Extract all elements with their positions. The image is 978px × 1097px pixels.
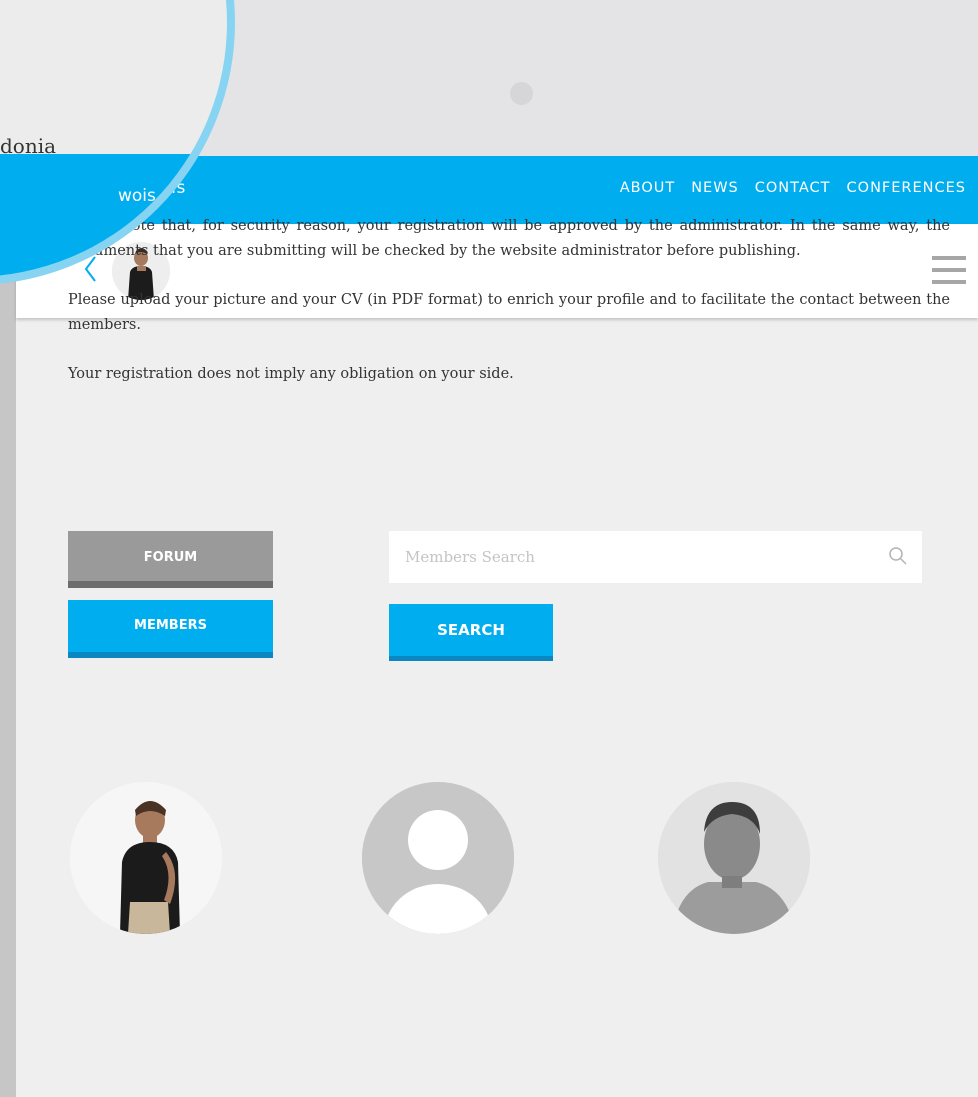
lens-site-name: wois xyxy=(118,186,156,206)
nav-link-news[interactable]: NEWS xyxy=(691,180,739,196)
members-search-box xyxy=(389,531,922,583)
lens-magnified-text: donia xyxy=(0,134,57,158)
nav-link-contact[interactable]: CONTACT xyxy=(755,180,831,196)
members-button[interactable]: MEMBERS xyxy=(68,600,273,658)
notice-paragraph: Please upload your picture and your CV (… xyxy=(68,292,950,333)
search-button[interactable]: SEARCH xyxy=(389,604,553,661)
nav-link-conferences[interactable]: CONFERENCES xyxy=(847,180,966,196)
nav-links: ABOUT NEWS CONTACT CONFERENCES xyxy=(620,180,966,196)
member-photo-icon xyxy=(70,782,222,934)
notice-paragraph: Your registration does not imply any obl… xyxy=(68,366,514,382)
member-avatar[interactable] xyxy=(658,782,810,934)
member-avatar[interactable] xyxy=(70,782,222,934)
app-stage: wois ABOUT NEWS CONTACT CONFERENCES xyxy=(0,0,978,1097)
magnifier-lens: donia wois xyxy=(0,0,235,285)
member-avatar[interactable] xyxy=(362,782,514,934)
nav-link-about[interactable]: ABOUT xyxy=(620,180,676,196)
member-photo-icon xyxy=(658,782,810,934)
search-icon[interactable] xyxy=(888,546,908,566)
members-search-input[interactable] xyxy=(389,531,869,583)
forum-button[interactable]: FORUM xyxy=(68,531,273,588)
default-user-icon xyxy=(362,782,514,934)
device-camera xyxy=(510,82,533,105)
lens-nav-bar xyxy=(0,154,227,277)
